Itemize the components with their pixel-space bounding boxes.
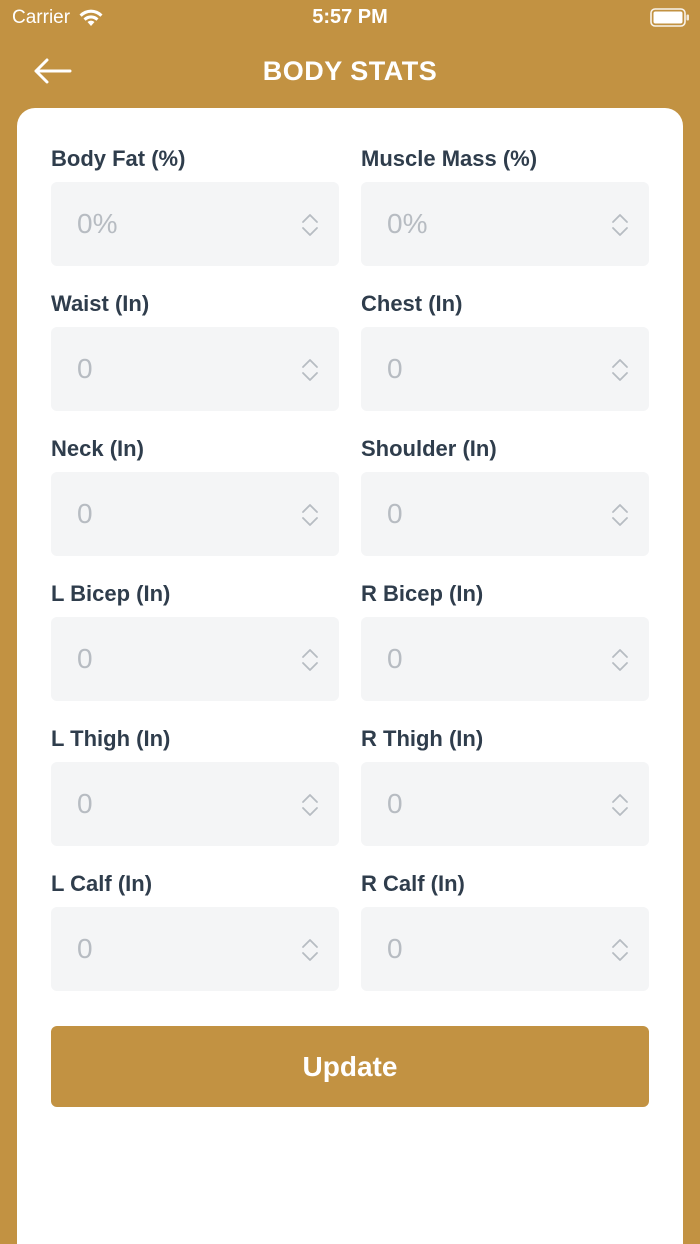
stepper-icon[interactable] <box>300 502 320 528</box>
body-fat-input[interactable] <box>51 182 339 266</box>
stepper-icon[interactable] <box>300 937 320 963</box>
shoulder-input[interactable] <box>361 472 649 556</box>
stepper-icon[interactable] <box>300 212 320 238</box>
muscle-mass-label: Muscle Mass (%) <box>361 146 538 171</box>
stepper-icon[interactable] <box>610 502 630 528</box>
waist-input-box <box>51 327 339 411</box>
shoulder-input-box <box>361 472 649 556</box>
field-neck: Neck (In) <box>51 432 339 577</box>
r-thigh-label: R Thigh (In) <box>361 726 484 751</box>
field-shoulder: Shoulder (In) <box>361 432 649 577</box>
muscle-mass-input-box <box>361 182 649 266</box>
stepper-icon[interactable] <box>610 212 630 238</box>
neck-input[interactable] <box>51 472 339 556</box>
page-title: BODY STATS <box>262 56 438 86</box>
l-calf-label: L Calf (In) <box>51 871 153 896</box>
field-l-calf: L Calf (In) <box>51 867 339 1012</box>
field-muscle-mass: Muscle Mass (%) <box>361 142 649 287</box>
waist-label: Waist (In) <box>51 291 150 316</box>
r-bicep-input-box <box>361 617 649 701</box>
stepper-icon[interactable] <box>610 792 630 818</box>
l-thigh-label: L Thigh (In) <box>51 726 171 751</box>
r-bicep-label: R Bicep (In) <box>361 581 484 606</box>
field-r-calf: R Calf (In) <box>361 867 649 1012</box>
waist-input[interactable] <box>51 327 339 411</box>
field-l-thigh: L Thigh (In) <box>51 722 339 867</box>
stepper-icon[interactable] <box>610 357 630 383</box>
stats-form: Body Fat (%) Muscle Mass (%) Waist (In) <box>51 142 649 1012</box>
chest-label: Chest (In) <box>361 291 463 316</box>
navigation-bar: BODY STATS <box>0 36 700 108</box>
battery-icon <box>650 8 689 27</box>
field-chest: Chest (In) <box>361 287 649 432</box>
stepper-icon[interactable] <box>300 357 320 383</box>
r-calf-label: R Calf (In) <box>361 871 465 896</box>
field-r-thigh: R Thigh (In) <box>361 722 649 867</box>
r-thigh-input[interactable] <box>361 762 649 846</box>
stepper-icon[interactable] <box>610 647 630 673</box>
r-thigh-input-box <box>361 762 649 846</box>
r-calf-input[interactable] <box>361 907 649 991</box>
neck-input-box <box>51 472 339 556</box>
status-bar: Carrier 5:57 PM <box>0 0 700 36</box>
shoulder-label: Shoulder (In) <box>361 436 497 461</box>
status-time: 5:57 PM <box>312 6 388 28</box>
l-bicep-input-box <box>51 617 339 701</box>
stepper-icon[interactable] <box>300 647 320 673</box>
stepper-icon[interactable] <box>300 792 320 818</box>
l-calf-input[interactable] <box>51 907 339 991</box>
r-bicep-input[interactable] <box>361 617 649 701</box>
update-button[interactable]: Update <box>51 1026 649 1107</box>
field-r-bicep: R Bicep (In) <box>361 577 649 722</box>
stepper-icon[interactable] <box>610 937 630 963</box>
muscle-mass-input[interactable] <box>361 182 649 266</box>
field-body-fat: Body Fat (%) <box>51 142 339 287</box>
field-waist: Waist (In) <box>51 287 339 432</box>
body-stats-card: Body Fat (%) Muscle Mass (%) Waist (In) <box>17 108 683 1244</box>
l-calf-input-box <box>51 907 339 991</box>
l-thigh-input-box <box>51 762 339 846</box>
r-calf-input-box <box>361 907 649 991</box>
field-l-bicep: L Bicep (In) <box>51 577 339 722</box>
chest-input[interactable] <box>361 327 649 411</box>
l-bicep-label: L Bicep (In) <box>51 581 171 606</box>
body-fat-label: Body Fat (%) <box>51 146 186 171</box>
body-fat-input-box <box>51 182 339 266</box>
l-thigh-input[interactable] <box>51 762 339 846</box>
chest-input-box <box>361 327 649 411</box>
neck-label: Neck (In) <box>51 436 144 461</box>
l-bicep-input[interactable] <box>51 617 339 701</box>
